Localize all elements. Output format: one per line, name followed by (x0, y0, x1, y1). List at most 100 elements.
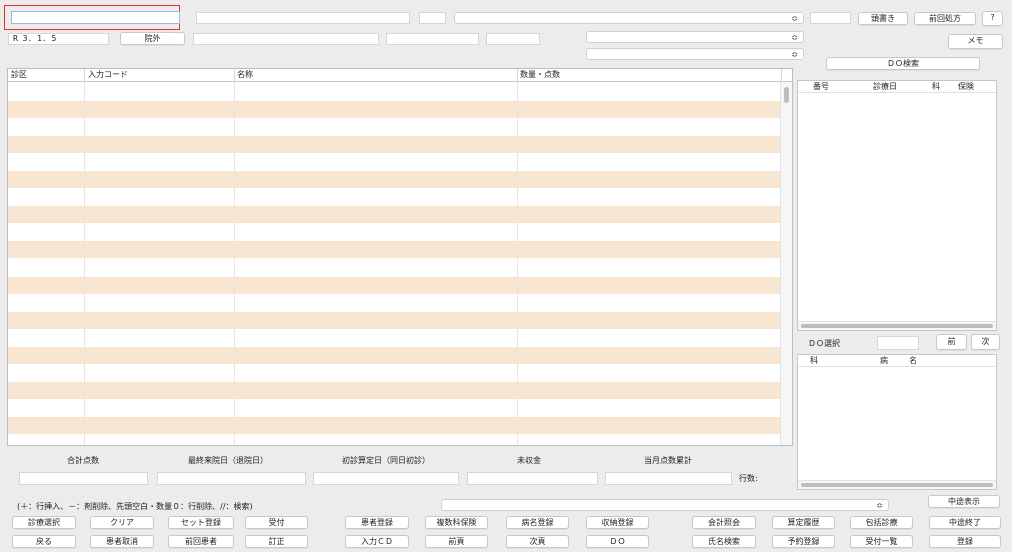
col-header-name: 名称 (237, 70, 253, 79)
function-button[interactable]: 会計照会 (692, 516, 756, 529)
function-button[interactable]: セット登録 (168, 516, 234, 529)
outpatient-button[interactable]: 院外 (120, 32, 185, 45)
select-arrow-icon: ≎ (791, 33, 798, 42)
doctor-select[interactable]: ≎ (586, 48, 804, 60)
table-row[interactable] (8, 364, 782, 382)
info-field-1[interactable] (193, 33, 379, 45)
function-button[interactable]: ＤＯ (586, 535, 649, 548)
scroll-thumb[interactable] (801, 324, 993, 328)
total-points-field (19, 472, 148, 485)
header-notes-button[interactable]: 頭書き (858, 12, 908, 25)
function-button[interactable]: クリア (90, 516, 154, 529)
do-select-field[interactable] (877, 336, 919, 350)
function-button[interactable]: 患者登録 (345, 516, 409, 529)
table-row[interactable] (8, 118, 782, 136)
table-row[interactable] (8, 241, 782, 259)
grid-header: 診区 入力コード 名称 数量・点数 (8, 69, 792, 82)
table-row[interactable] (8, 329, 782, 347)
function-button[interactable]: 病名登録 (506, 516, 569, 529)
scroll-thumb[interactable] (784, 87, 789, 103)
unpaid-field (467, 472, 598, 485)
first-visit-label: 初診算定日（同日初診） (342, 456, 430, 465)
scroll-thumb[interactable] (801, 483, 993, 487)
table-row[interactable] (8, 417, 782, 435)
table-row[interactable] (8, 399, 782, 417)
help-button[interactable]: ? (982, 11, 1003, 26)
function-button[interactable]: 氏名検索 (692, 535, 756, 548)
select-arrow-icon: ≎ (791, 14, 798, 23)
function-button[interactable]: 戻る (12, 535, 76, 548)
table-row[interactable] (8, 171, 782, 188)
function-button[interactable]: 登録 (929, 535, 1001, 548)
function-button[interactable]: 次頁 (506, 535, 569, 548)
monthly-points-field (605, 472, 732, 485)
blank-field-top[interactable] (810, 12, 851, 24)
history-list[interactable]: 番号 診療日 科 保険 (797, 80, 997, 331)
history-col-number: 番号 (813, 82, 829, 91)
prev-prescription-button[interactable]: 前回処方 (914, 12, 976, 25)
bottom-select[interactable]: ≎ (441, 499, 889, 511)
table-row[interactable] (8, 100, 782, 118)
function-button[interactable]: 中途終了 (929, 516, 1001, 529)
table-row[interactable] (8, 206, 782, 224)
date-field[interactable]: R 3. 1. 5 (8, 33, 109, 45)
first-visit-field (313, 472, 459, 485)
table-row[interactable] (8, 294, 782, 312)
history-col-dept: 科 (932, 82, 940, 91)
table-row[interactable] (8, 311, 782, 329)
function-button[interactable]: 算定履歴 (772, 516, 835, 529)
function-button[interactable]: 受付 (245, 516, 308, 529)
midway-display-button[interactable]: 中途表示 (928, 495, 1000, 508)
row-count-label: 行数: (739, 474, 758, 483)
function-button[interactable]: 訂正 (245, 535, 308, 548)
order-grid[interactable]: 診区 入力コード 名称 数量・点数 (7, 68, 793, 446)
table-row[interactable] (8, 382, 782, 400)
history-hscrollbar[interactable] (798, 321, 996, 330)
function-button[interactable]: 入力ＣＤ (345, 535, 409, 548)
name-field-2[interactable] (419, 12, 446, 24)
info-field-3[interactable] (486, 33, 540, 45)
col-header-category: 診区 (11, 70, 27, 79)
do-select-label: ＤＯ選択 (808, 339, 840, 348)
disease-list[interactable]: 科 病 名 (797, 354, 997, 490)
function-button[interactable]: 受付一覧 (850, 535, 913, 548)
function-button[interactable]: 診療選択 (12, 516, 76, 529)
patient-id-input[interactable] (11, 11, 180, 24)
do-next-button[interactable]: 次 (971, 334, 1000, 350)
function-button[interactable]: 収納登録 (586, 516, 649, 529)
info-field-2[interactable] (386, 33, 479, 45)
help-text: (＋：行挿入、－：剤削除、先頭空白・数量０：行削除、//：検索) (17, 502, 253, 511)
select-arrow-icon: ≎ (791, 50, 798, 59)
history-header: 番号 診療日 科 保険 (798, 81, 996, 93)
do-prev-button[interactable]: 前 (936, 334, 967, 350)
table-row[interactable] (8, 259, 782, 276)
table-row[interactable] (8, 83, 782, 100)
table-row[interactable] (8, 347, 782, 364)
grid-scrollbar[interactable] (780, 82, 792, 445)
function-button[interactable]: 複数科保険 (425, 516, 488, 529)
table-row[interactable] (8, 435, 782, 445)
disease-hscrollbar[interactable] (798, 480, 996, 489)
history-col-date: 診療日 (873, 82, 897, 91)
table-row[interactable] (8, 153, 782, 171)
history-col-insurance: 保険 (958, 82, 974, 91)
function-button[interactable]: 包括診療 (850, 516, 913, 529)
insurance-select[interactable]: ≎ (454, 12, 804, 24)
table-row[interactable] (8, 188, 782, 206)
disease-header: 科 病 名 (798, 355, 996, 367)
dept-select[interactable]: ≎ (586, 31, 804, 43)
table-row[interactable] (8, 223, 782, 241)
function-button[interactable]: 患者取消 (90, 535, 154, 548)
last-visit-label: 最終来院日（退院日） (188, 456, 268, 465)
table-row[interactable] (8, 135, 782, 153)
function-button[interactable]: 前回患者 (168, 535, 234, 548)
disease-col-name-2: 名 (909, 356, 917, 365)
function-button[interactable]: 前頁 (425, 535, 488, 548)
col-header-input-code: 入力コード (88, 70, 128, 79)
do-search-button[interactable]: ＤＯ検索 (826, 57, 980, 70)
name-field-1[interactable] (196, 12, 410, 24)
col-header-quantity: 数量・点数 (520, 70, 560, 79)
function-button[interactable]: 予約登録 (772, 535, 835, 548)
table-row[interactable] (8, 276, 782, 294)
memo-button[interactable]: メモ (948, 34, 1003, 49)
